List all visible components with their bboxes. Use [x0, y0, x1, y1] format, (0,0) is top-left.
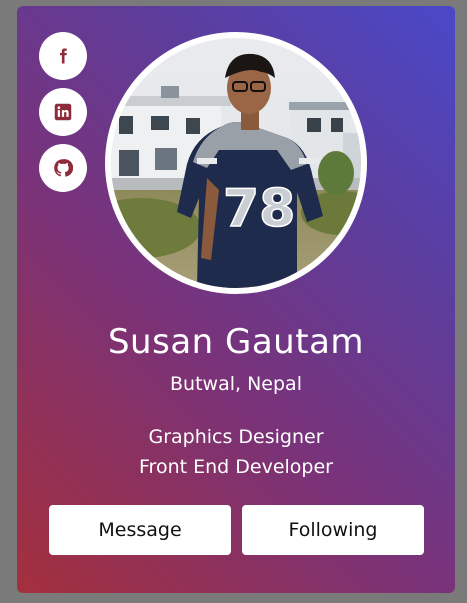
following-button[interactable]: Following: [242, 505, 424, 555]
facebook-link[interactable]: [39, 32, 87, 80]
github-link[interactable]: [39, 144, 87, 192]
page: 78 Susan Gautam Butwal, Nepal Graphics D…: [0, 0, 467, 603]
linkedin-link[interactable]: [39, 88, 87, 136]
avatar-frame: 78: [105, 32, 367, 294]
profile-card: 78 Susan Gautam Butwal, Nepal Graphics D…: [17, 6, 455, 593]
message-button[interactable]: Message: [49, 505, 231, 555]
profile-role: Graphics Designer: [148, 426, 324, 448]
svg-text:78: 78: [223, 179, 295, 239]
profile-location: Butwal, Nepal: [170, 373, 302, 395]
profile-name: Susan Gautam: [107, 322, 365, 362]
facebook-icon: [60, 48, 67, 64]
github-icon: [54, 159, 73, 177]
avatar: 78: [111, 38, 361, 288]
linkedin-icon: [54, 103, 72, 121]
profile-photo: 78: [111, 38, 361, 288]
profile-role: Front End Developer: [139, 456, 333, 478]
